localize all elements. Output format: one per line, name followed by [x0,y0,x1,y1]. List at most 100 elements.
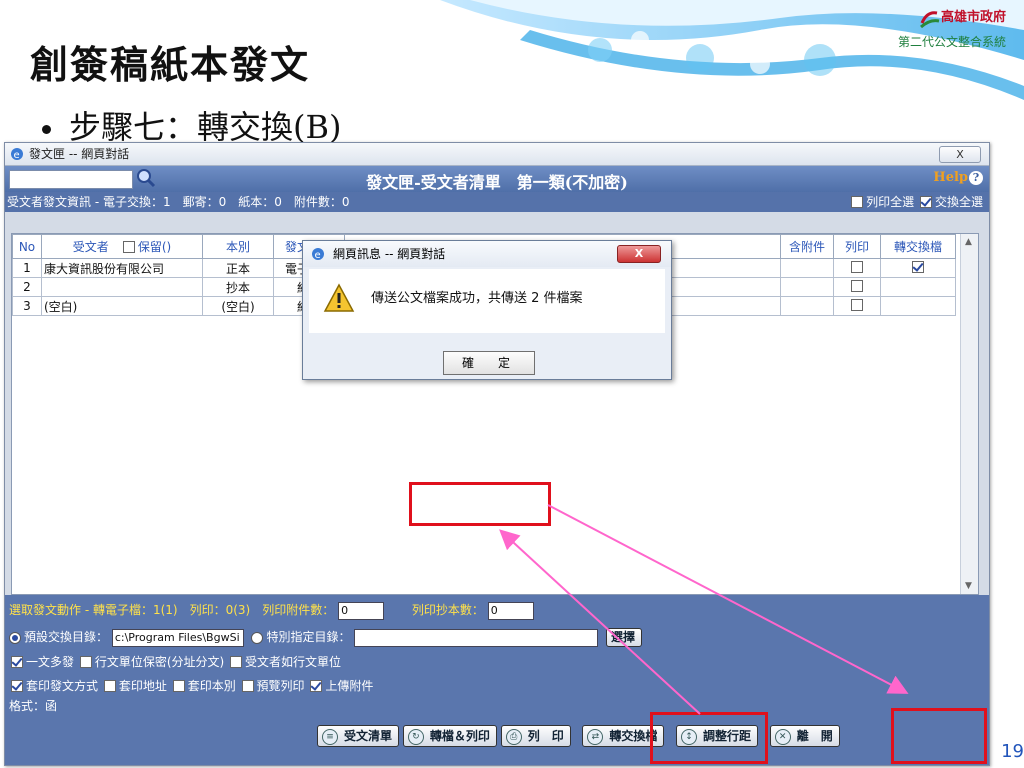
options-row-1: 一文多發 行文單位保密(分址分文) 受文者如行文單位 [9,653,341,670]
cell-type: 抄本 [202,277,274,297]
message-dialog: e 網頁訊息 -- 網頁對話 X 傳送公文檔案成功，共傳送 2 件檔案 確 定 [302,240,672,380]
opt-print-type-checkbox[interactable] [172,679,185,692]
dialog-ok-button[interactable]: 確 定 [443,351,535,375]
highlight-exchange-button [650,712,768,764]
opt-multi-send-checkbox[interactable] [11,655,23,668]
cell-type: (空白) [202,296,274,316]
window-close-button[interactable]: X [939,146,981,163]
dialog-body: 傳送公文檔案成功，共傳送 2 件檔案 [309,269,665,333]
exit-label: 離 開 [796,729,833,743]
col-print: 列印 [833,234,881,259]
special-dir-input[interactable] [354,628,599,647]
keep-checkbox[interactable] [122,240,135,253]
cell-recipient [41,277,203,297]
print-all-checkbox[interactable] [851,195,864,208]
cell-recipient: 康大資訊股份有限公司 [41,258,203,278]
attach-count-input[interactable]: 0 [338,601,385,620]
opt3-label: 受文者如行文單位 [245,655,342,669]
col-attach: 含附件 [780,234,834,259]
exchange-icon: ⇄ [587,728,604,745]
opt-same-unit-checkbox[interactable] [230,655,243,668]
recipient-list-button[interactable]: ≡ 受文清單 [317,725,400,747]
row-print-checkbox[interactable] [850,299,863,312]
highlight-ok-button [409,482,551,526]
dialog-close-button[interactable]: X [617,245,661,263]
print-label: 列 印 [527,729,564,743]
default-dir-input[interactable]: c:\Program Files\BgwSi [111,628,244,647]
list-header: 發文匣-受文者清單 第一類(不加密) Help? [5,166,989,192]
opt6-label: 套印本別 [187,679,236,693]
highlight-exit-button [891,708,987,764]
directory-row: 預設交換目錄： c:\Program Files\BgwSi 特別指定目錄： 選… [9,628,642,647]
default-dir-label: 預設交換目錄： [24,630,109,644]
cell-recipient: (空白) [41,296,203,316]
grid-scrollbar[interactable]: ▲ ▼ [960,234,978,594]
opt4-label: 套印發文方式 [26,679,99,693]
scroll-up-icon[interactable]: ▲ [965,237,972,247]
action-line: 選取發文動作 - 轉電子檔：1(1) 列印：0(3) 列印附件數： 0 列印抄本… [9,601,534,620]
row-exchange-checkbox[interactable] [911,261,924,274]
row-print-checkbox[interactable] [850,261,863,274]
dispatch-window: e 發文匣 -- 網頁對話 X 發文匣-受文者清單 第一類(不加密) Help?… [4,142,990,766]
action-panel: 選取發文動作 - 轉電子檔：1(1) 列印：0(3) 列印附件數： 0 列印抄本… [5,595,989,765]
svg-text:e: e [315,250,321,261]
opt5-label: 套印地址 [118,679,167,693]
slide-title: 創簽稿紙本發文 [30,42,311,87]
bullet-text: 步驟七：轉交換(B) [69,108,342,146]
select-all-options: 列印全選 交換全選 [849,192,983,212]
window-titlebar: e 發文匣 -- 網頁對話 X [5,143,989,166]
opt-print-method-checkbox[interactable] [11,679,23,692]
help-link[interactable]: Help? [933,170,983,185]
choose-button[interactable]: 選擇 [605,628,642,647]
col-recipient-label: 受文者 [72,240,109,254]
opt1-label: 一文多發 [26,655,75,669]
special-dir-radio[interactable] [251,631,264,644]
special-dir-label: 特別指定目錄： [266,630,351,644]
exit-button[interactable]: ✕ 離 開 [769,725,840,747]
window-title: 發文匣 -- 網頁對話 [29,147,130,161]
cell-attach [780,277,834,297]
page-number: 19 [1001,741,1024,762]
scroll-down-icon[interactable]: ▼ [965,581,972,591]
logo-line2: 第二代公文整合系統 [897,34,1006,49]
cell-print [833,277,881,297]
copy-count-label: 列印抄本數： [411,603,484,617]
cell-type: 正本 [202,258,274,278]
list-icon: ≡ [322,728,338,745]
exchange-all-checkbox[interactable] [919,195,932,208]
list-title: 發文匣-受文者清單 第一類(不加密) [366,173,628,192]
exit-icon: ✕ [774,728,791,745]
recipient-list-label: 受文清單 [344,729,393,743]
kaohsiung-emblem-icon [919,10,940,28]
logo-line1: 高雄市政府 [940,10,1006,25]
opt-confidential-checkbox[interactable] [79,655,92,668]
cell-no: 1 [12,258,42,278]
recipient-info-bar: 受文者發文資訊 - 電子交換：1 郵寄：0 紙本：0 附件數：0 列印全選 交換… [5,192,989,212]
action-line-text: 選取發文動作 - 轉電子檔：1(1) 列印：0(3) 列印附件數： [9,603,335,617]
opt-upload-attach-checkbox[interactable] [310,679,323,692]
opt-preview-checkbox[interactable] [241,679,254,692]
col-no: No [12,234,42,259]
ie-icon: e [312,248,324,261]
cell-attach [780,258,834,278]
default-dir-radio[interactable] [9,631,21,644]
cell-exchange [880,296,956,316]
opt2-label: 行文單位保密(分址分文) [94,655,225,669]
row-print-checkbox[interactable] [850,280,863,293]
help-icon: ? [969,171,983,185]
copy-count-input[interactable]: 0 [487,601,534,620]
convert-print-label: 轉檔＆列印 [429,729,490,743]
cell-exchange [880,258,956,278]
printer-icon: ⎙ [505,728,522,745]
col-exchange: 轉交換檔 [880,234,956,259]
cell-exchange [880,277,956,297]
opt-print-address-checkbox[interactable] [103,679,116,692]
cell-no: 2 [12,277,42,297]
col-keep-label: 保留() [137,240,172,254]
warning-icon [323,283,355,312]
cell-no: 3 [12,296,42,316]
opt7-label: 預覽列印 [256,679,305,693]
print-button[interactable]: ⎙ 列 印 [500,725,571,747]
dialog-titlebar: e 網頁訊息 -- 網頁對話 X [303,241,671,267]
convert-print-button[interactable]: ↻ 轉檔＆列印 [402,725,497,747]
